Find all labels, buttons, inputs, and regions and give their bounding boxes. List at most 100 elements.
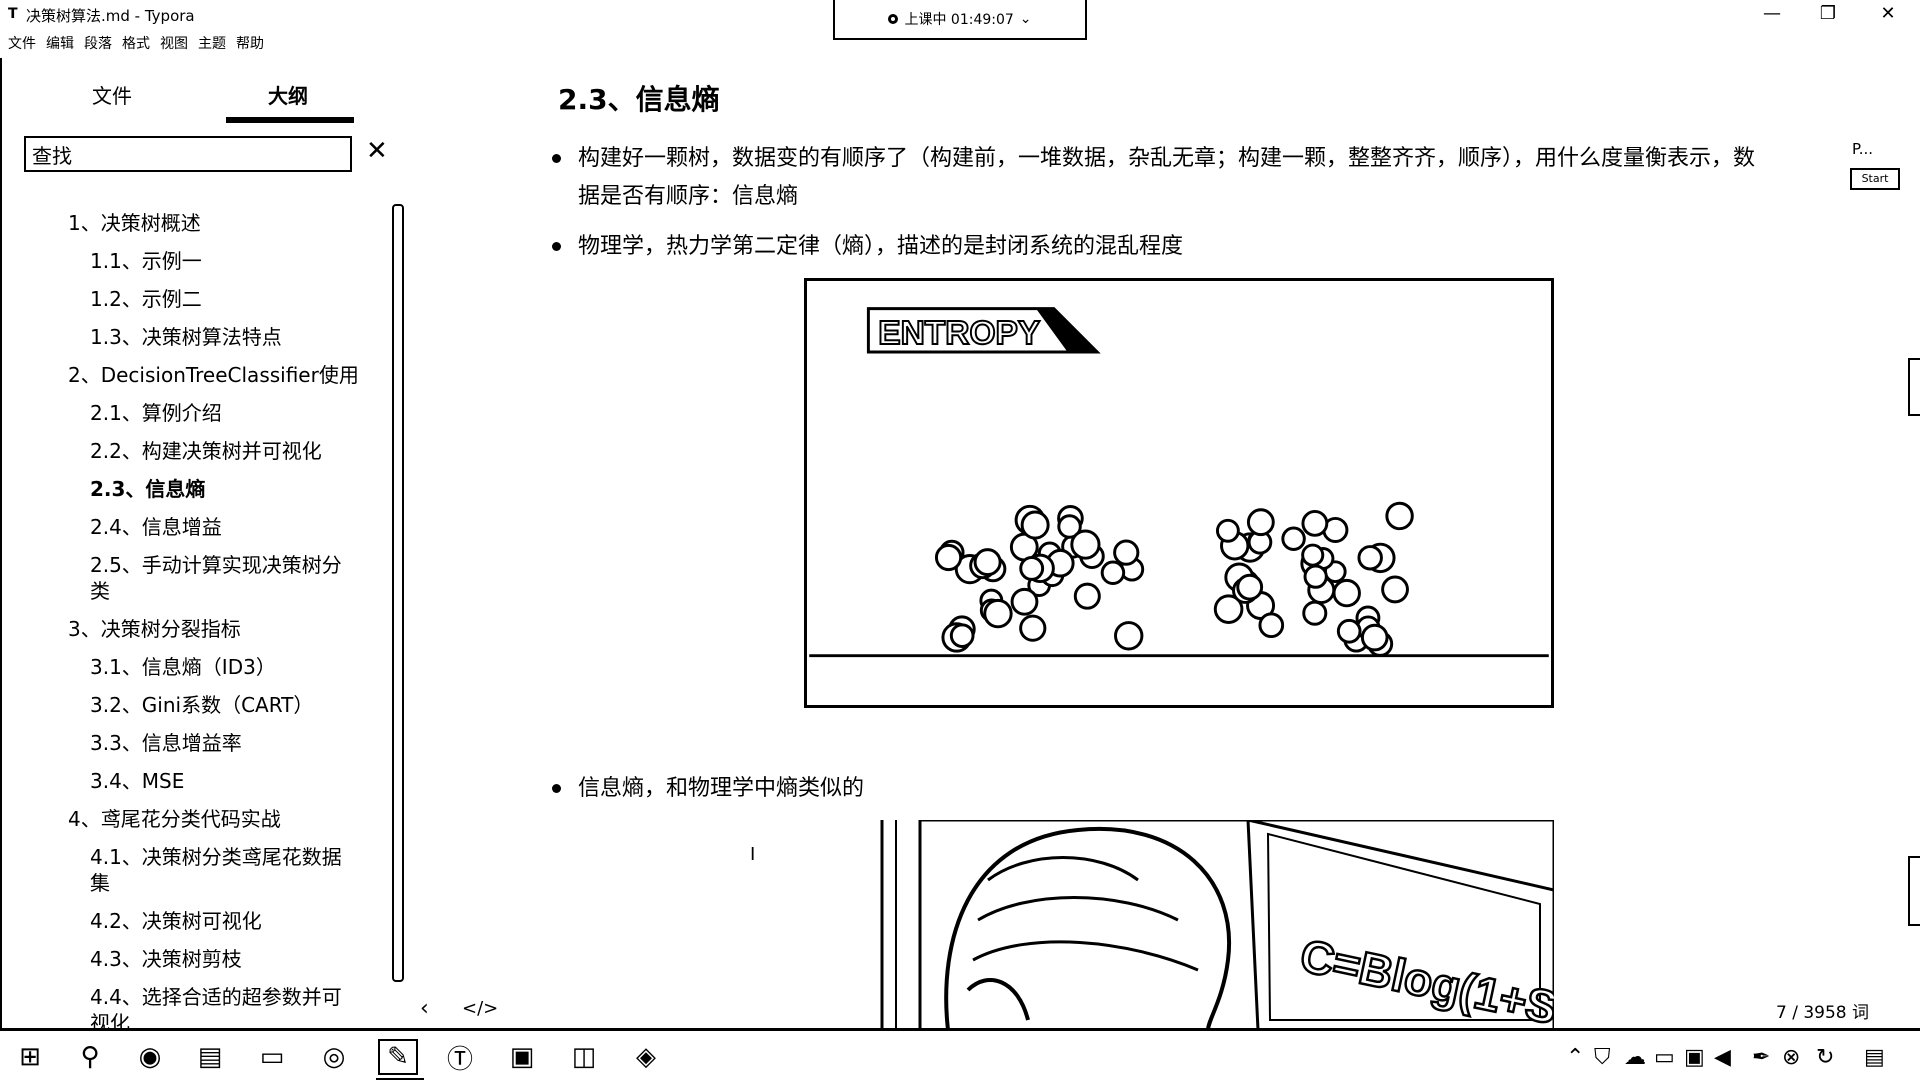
drawing-icon[interactable]: ✎ [376,1039,424,1080]
notification-icon[interactable]: ▤ [1864,1045,1885,1070]
particle [1246,508,1275,537]
particle [1100,560,1126,585]
screenshot-icon[interactable]: ▣ [502,1039,542,1075]
task-view-icon[interactable]: ◉ [130,1039,170,1075]
outline-item[interactable]: 1.1、示例一 [0,242,380,280]
entropy-banner-text: ENTROPY [878,315,1040,352]
list-item: 物理学，热力学第二定律（熵），描述的是封闭系统的混乱程度 [552,228,1678,266]
tab-outline[interactable]: 大纲 [268,80,308,109]
restore-button[interactable]: ❐ [1808,3,1848,27]
window-title: 决策树算法.md - Typora [26,7,195,25]
particle [1236,573,1264,601]
particle [1114,621,1144,651]
sidebar: 文件 大纲 ✕ 1、决策树概述1.1、示例一1.2、示例二1.3、决策树算法特点… [0,58,498,1035]
particle [1301,543,1325,567]
outline-search-input[interactable] [24,136,352,172]
volume-icon[interactable]: ◀ [1714,1045,1731,1070]
particle [1385,501,1414,531]
outline-item[interactable]: 3.1、信息熵（ID3） [0,648,380,686]
particle [1336,618,1362,644]
timer-text: 上课中 01:49:07 [904,12,1014,28]
explorer-icon[interactable]: ▭ [252,1039,292,1075]
outline-item[interactable]: 2.2、构建决策树并可视化 [0,432,380,470]
outline-item[interactable]: 3.4、MSE [0,762,380,800]
particle [983,598,1013,629]
outline-item[interactable]: 2.1、算例介绍 [0,394,380,432]
taskbar: ⊞ ⚲ ◉ ▤ ▭ ◎ ✎ Ⓣ ▣ ◫ ◈ ⌃ ⛉ ☁ ▭ ▣ ◀ ✒ ⊗ ↻ … [0,1028,1920,1080]
pen-icon[interactable]: ✒ [1752,1045,1770,1070]
particle [1281,526,1306,551]
particle [1073,582,1101,610]
outline-item[interactable]: 2.3、信息熵 [0,470,380,508]
particle [1301,509,1329,537]
side-panel-handle[interactable] [1908,358,1920,416]
side-panel-handle[interactable] [1908,856,1920,926]
tab-file[interactable]: 文件 [92,80,132,109]
close-icon[interactable]: ✕ [366,136,388,166]
entropy-drawing: ENTROPY [809,307,1549,658]
monitor-icon[interactable]: ▣ [1684,1045,1705,1070]
cloud-icon[interactable]: ☁ [1624,1045,1646,1070]
particle [1010,587,1039,616]
comic-illustration: C=Blog(1+S) [878,820,1554,1028]
outline-item[interactable]: 3.2、Gini系数（CART） [0,686,380,724]
particle [1332,578,1361,608]
particle [949,623,975,649]
typora-icon[interactable]: Ⓣ [440,1039,480,1075]
entropy-illustration: ENTROPY [804,278,1554,708]
class-timer[interactable]: 上课中 01:49:07 ⌄ [833,0,1087,40]
particle [1302,600,1328,626]
window-icon[interactable]: ◫ [564,1039,604,1075]
menu-bar: 文件 编辑 段落 格式 视图 主题 帮助 [8,33,264,53]
outline-item[interactable]: 4、鸢尾花分类代码实战 [0,800,380,838]
outline-item[interactable]: 4.2、决策树可视化 [0,902,380,940]
outline-item[interactable]: 1.2、示例二 [0,280,380,318]
outline-item[interactable]: 3.3、信息增益率 [0,724,380,762]
chevron-up-icon[interactable]: ⌃ [1566,1045,1584,1070]
particle [934,543,963,572]
title-bar: T 决策树算法.md - Typora 上课中 01:49:07 ⌄ — ❐ ✕ [0,0,1920,40]
particle [973,548,1002,577]
outline-item[interactable]: 1、决策树概述 [0,204,380,242]
particle [1070,529,1101,560]
widgets-icon[interactable]: ▤ [190,1039,230,1075]
particle [1215,518,1240,543]
shield-icon[interactable]: ⛉ [1594,1045,1611,1070]
start-button[interactable]: Start [1850,168,1900,190]
close-button[interactable]: ✕ [1868,3,1908,27]
sync-icon[interactable]: ↻ [1816,1045,1834,1070]
browser-icon[interactable]: ◎ [314,1039,354,1075]
menu-format[interactable]: 格式 [122,33,150,53]
close-circle-icon[interactable]: ⊗ [1782,1045,1800,1070]
side-widget-label: P... [1852,140,1874,158]
menu-theme[interactable]: 主题 [198,33,226,53]
active-tab-indicator [226,117,354,123]
record-icon [888,14,899,24]
windows-icon[interactable]: ⊞ [10,1039,50,1075]
menu-paragraph[interactable]: 段落 [84,33,112,53]
search-icon[interactable]: ⚲ [70,1039,110,1075]
chevron-down-icon[interactable]: ⌄ [1020,11,1032,27]
word-count[interactable]: 7 / 3958 词 [1776,998,1869,1023]
text-cursor-icon: I [750,844,756,865]
outline-item[interactable]: 2、DecisionTreeClassifier使用 [0,356,380,394]
editor-pane[interactable]: 2.3、信息熵 构建好一颗树，数据变的有顺序了（构建前，一堆数据，杂乱无章；构建… [410,58,1920,1028]
menu-edit[interactable]: 编辑 [46,33,74,53]
outline-item[interactable]: 2.5、手动计算实现决策树分类 [0,546,380,610]
box-icon[interactable]: ◈ [626,1039,666,1075]
outline-item[interactable]: 1.3、决策树算法特点 [0,318,380,356]
section-heading: 2.3、信息熵 [558,83,720,116]
outline-item[interactable]: 2.4、信息增益 [0,508,380,546]
particle [1019,614,1047,642]
menu-help[interactable]: 帮助 [236,33,264,53]
menu-file[interactable]: 文件 [8,33,36,53]
particle [1381,575,1409,604]
outline-item[interactable]: 3、决策树分裂指标 [0,610,380,648]
battery-icon[interactable]: ▭ [1654,1045,1675,1070]
outline-item[interactable]: 4.1、决策树分类鸢尾花数据集 [0,838,380,902]
particle [1020,510,1050,540]
menu-view[interactable]: 视图 [160,33,188,53]
sidebar-scrollbar[interactable] [392,204,404,982]
outline-item[interactable]: 4.3、决策树剪枝 [0,940,380,978]
minimize-button[interactable]: — [1752,3,1792,27]
